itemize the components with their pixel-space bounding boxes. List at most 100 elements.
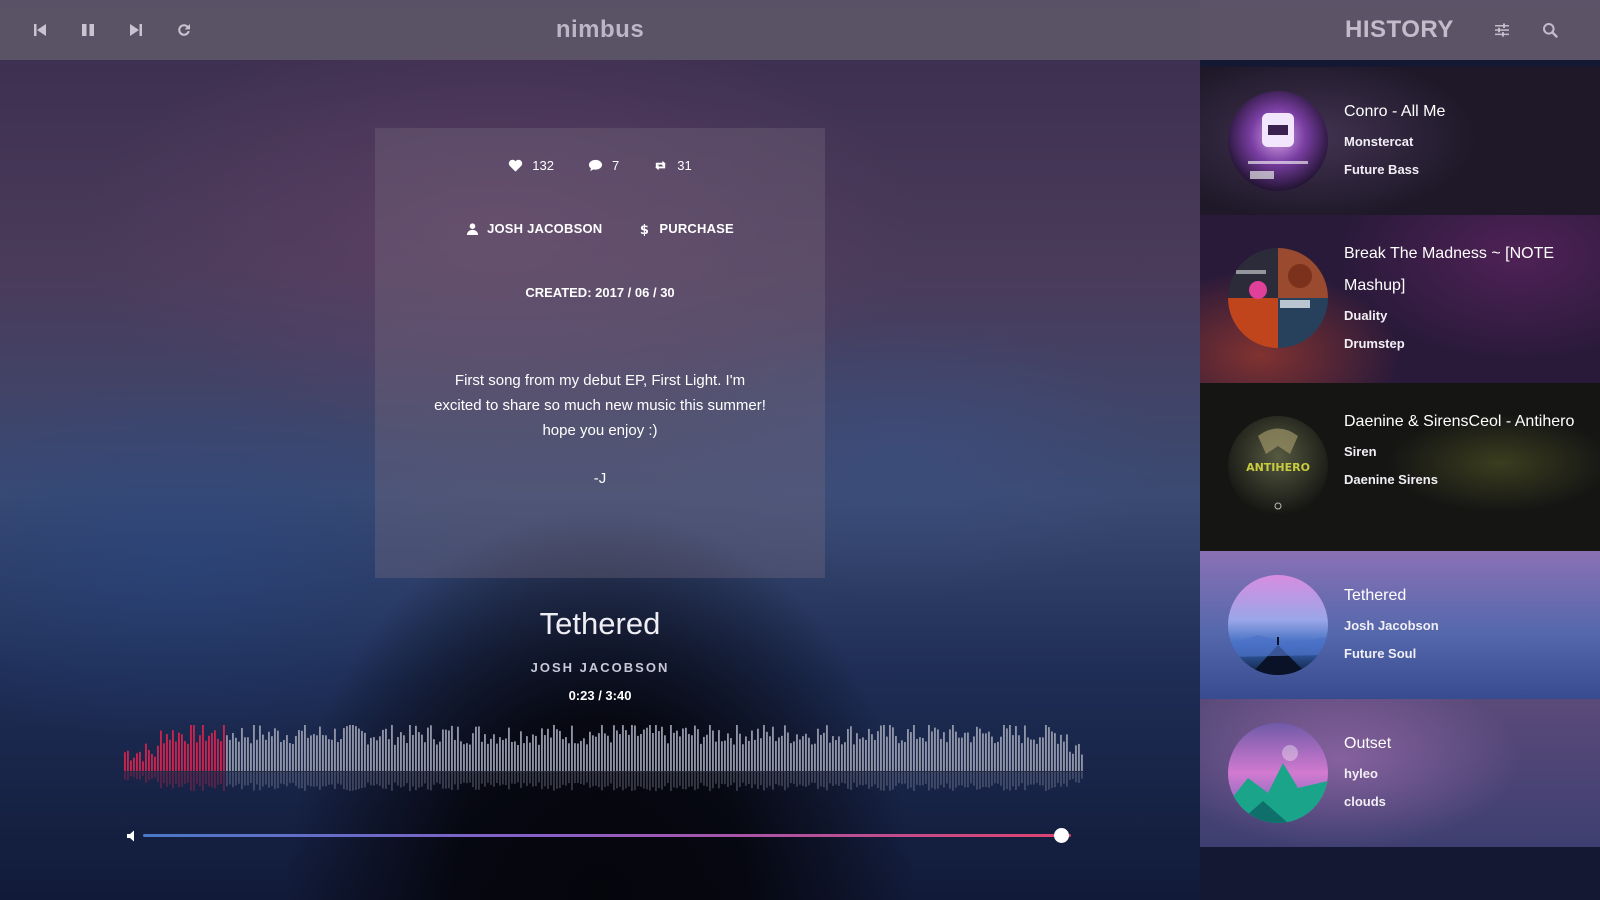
waveform-reflection-bar [883,772,885,791]
waveform-reflection-bar [352,772,354,791]
waveform-reflection-bar [949,772,951,789]
waveform-bar [676,730,678,771]
waveform-seekbar[interactable] [124,725,1084,805]
skip-forward-button[interactable] [112,0,160,60]
waveform-bar [346,726,348,771]
waveform-reflection-bar [535,772,537,787]
waveform-reflection-bar [349,772,351,791]
waveform-reflection-bar [547,772,549,789]
waveform-bar [364,732,366,771]
waveform-bar [568,743,570,771]
waveform-reflection-bar [751,772,753,789]
volume-icon[interactable] [126,829,140,843]
waveform-bar [403,735,405,771]
waveform-reflection-bar [271,772,273,786]
waveform-reflection-bar [775,772,777,784]
pause-button[interactable] [64,0,112,60]
waveform-reflection-bar [319,772,321,790]
waveform-reflection-bar [721,772,723,784]
history-item[interactable]: Outset hyleo clouds [1200,699,1600,847]
history-item[interactable]: Tethered Josh Jacobson Future Soul [1200,551,1600,699]
waveform-bar [991,736,993,771]
waveform-reflection-bar [517,772,519,783]
repeat-button[interactable] [160,0,208,60]
waveform-bar [925,741,927,771]
waveform-bar [694,725,696,771]
waveform-reflection-bar [475,772,477,790]
reposts-stat[interactable]: 31 [653,158,692,173]
waveform-bar [970,742,972,771]
history-item[interactable]: Conro - All Me Monstercat Future Bass [1200,67,1600,215]
waveform-bar [1015,725,1017,771]
waveform-reflection-bar [577,772,579,783]
waveform-bar [703,736,705,771]
track-info-card: 132 7 31 JOSH JACOBSON $ PURCHASE CREATE… [375,128,825,578]
history-item-title: Tethered [1344,587,1407,604]
svg-text:ANTIHERO: ANTIHERO [1246,461,1310,474]
waveform-reflection-bar [622,772,624,791]
waveform-bar [682,728,684,771]
waveform-reflection-bar [673,772,675,788]
waveform-bar [700,743,702,771]
now-playing-artist[interactable]: JOSH JACOBSON [375,660,825,675]
waveform-bar [496,743,498,771]
waveform-reflection-bar [556,772,558,789]
waveform-reflection-bar [586,772,588,783]
history-item[interactable]: Break The Madness ~ [NOTE Mashup] Dualit… [1200,215,1600,383]
likes-stat[interactable]: 132 [508,158,554,173]
search-button[interactable] [1526,0,1574,60]
waveform-bar [871,734,873,771]
waveform-bar [382,729,384,771]
waveform-bar [706,734,708,771]
waveform-bar [517,744,519,771]
waveform-reflection-bar [1015,772,1017,790]
waveform-bar [388,739,390,771]
waveform-reflection-bar [994,772,996,784]
waveform-bar [988,731,990,771]
artist-link[interactable]: JOSH JACOBSON [466,221,602,236]
waveform-bar [151,753,153,771]
waveform-bar [619,734,621,771]
waveform-reflection-bar [487,772,489,783]
waveform-bar [937,729,939,771]
skip-back-button[interactable] [16,0,64,60]
waveform-bar [529,742,531,771]
waveform-bar [1054,733,1056,771]
waveform-bar [184,741,186,771]
waveform-bar [1033,739,1035,771]
waveform-reflection-bar [1075,772,1077,783]
waveform-bar [853,744,855,771]
waveform-reflection-bar [649,772,651,791]
comments-stat[interactable]: 7 [588,158,619,173]
waveform-bar [778,737,780,771]
purchase-link[interactable]: $ PURCHASE [638,221,734,236]
waveform-reflection-bar [967,772,969,788]
waveform-reflection-bar [418,772,420,788]
history-item[interactable]: ANTIHERO Daenine & SirensCeol - Antihero… [1200,383,1600,551]
volume-slider[interactable] [143,834,1071,837]
waveform-reflection-bar [910,772,912,788]
waveform-bar [754,739,756,771]
waveform-bar [262,734,264,771]
waveform-reflection-bar [874,772,876,785]
settings-button[interactable] [1478,0,1526,60]
waveform-reflection-bar [163,772,165,784]
waveform-bar [322,735,324,771]
waveform-bar [166,734,168,771]
waveform-reflection-bar [457,772,459,790]
waveform-bar [577,743,579,771]
waveform-reflection-bar [589,772,591,788]
waveform-bar [331,739,333,771]
waveform-reflection-bar [1045,772,1047,791]
waveform-reflection-bar [943,772,945,788]
waveform-bar [769,736,771,771]
waveform-bar [142,761,144,771]
waveform-reflection-bar [331,772,333,785]
waveform-bar [139,751,141,771]
history-item-title: Conro - All Me [1344,103,1446,120]
waveform-bar [574,743,576,771]
waveform-bar [928,725,930,771]
waveform-reflection-bar [238,772,240,784]
waveform-reflection-bar [820,772,822,787]
waveform-bar [532,734,534,771]
